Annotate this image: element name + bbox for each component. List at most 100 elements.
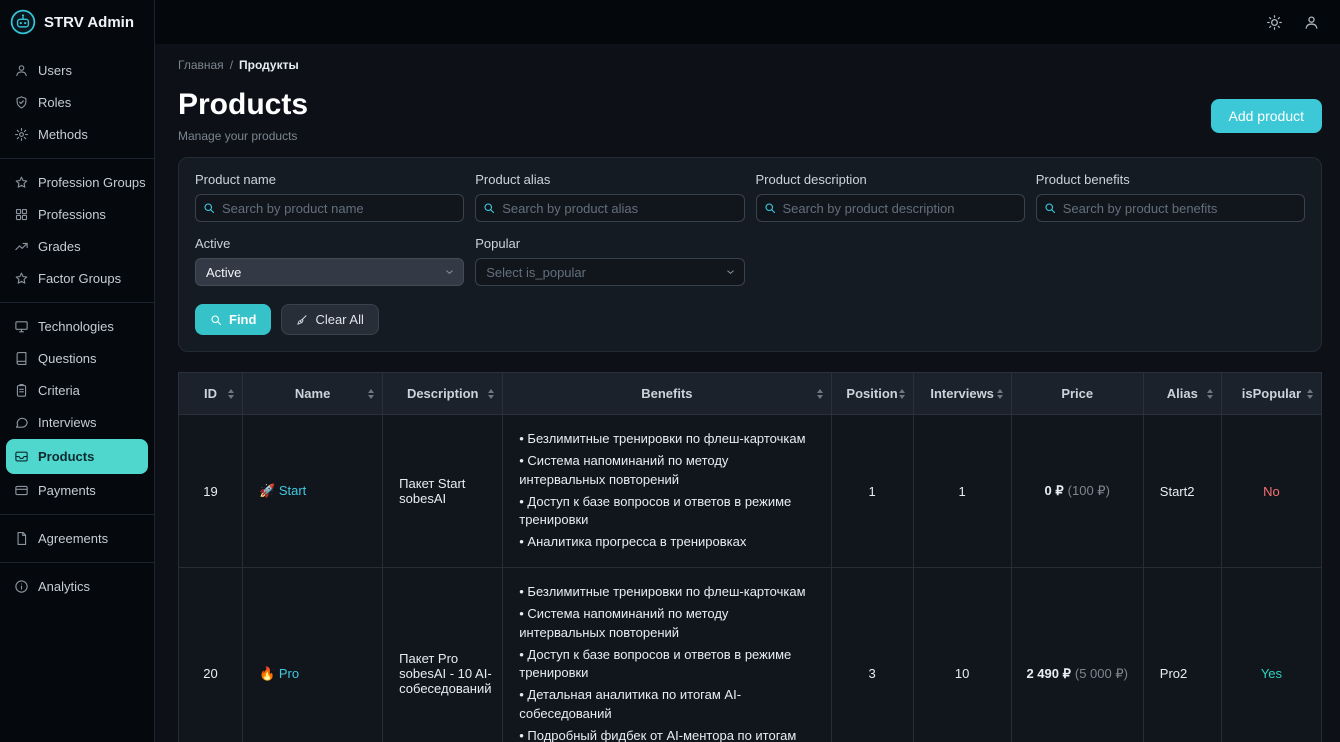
users-icon (14, 63, 29, 78)
filter-field-product-alias: Product alias (475, 172, 744, 222)
sidebar-item-label: Payments (38, 483, 96, 498)
sort-icon[interactable] (488, 389, 494, 399)
grid-icon (14, 207, 29, 222)
sidebar-item-products[interactable]: Products (6, 439, 148, 474)
sort-icon[interactable] (1207, 389, 1213, 399)
input-wrap (1036, 194, 1305, 222)
column-header-ispopular[interactable]: isPopular (1221, 373, 1321, 415)
column-header-alias[interactable]: Alias (1143, 373, 1221, 415)
table-row: 20 🔥 Pro Пакет Pro sobesAI - 10 AI-собесед… (179, 568, 1322, 742)
column-header-name[interactable]: Name (243, 373, 383, 415)
price-old: (100 ₽) (1068, 483, 1110, 498)
benefit-item: • Безлимитные тренировки по флеш-карточк… (519, 430, 814, 449)
sort-icon[interactable] (228, 389, 234, 399)
sidebar-item-label: Questions (38, 351, 97, 366)
cell-name: 🔥 Pro (243, 568, 383, 742)
benefit-item: • Система напоминаний по методу интервал… (519, 452, 814, 490)
sort-icon[interactable] (817, 389, 823, 399)
sidebar-item-users[interactable]: Users (6, 55, 148, 86)
sidebar-item-grades[interactable]: Grades (6, 231, 148, 262)
popular-select[interactable]: Select is_popular (475, 258, 744, 286)
find-button[interactable]: Find (195, 304, 271, 335)
find-button-label: Find (229, 312, 256, 327)
cell-price: 0 ₽ (100 ₽) (1011, 415, 1143, 568)
input-wrap (195, 194, 464, 222)
sidebar-item-roles[interactable]: Roles (6, 87, 148, 118)
product-benefits-input[interactable] (1036, 194, 1305, 222)
cell-benefits: • Безлимитные тренировки по флеш-карточк… (503, 415, 831, 568)
sort-icon[interactable] (997, 389, 1003, 399)
benefit-item: • Доступ к базе вопросов и ответов в реж… (519, 493, 814, 531)
column-label: ID (204, 386, 217, 401)
sidebar-item-label: Methods (38, 127, 88, 142)
column-label: Alias (1167, 386, 1198, 401)
page-subtitle: Manage your products (178, 129, 308, 143)
clear-all-button[interactable]: Clear All (281, 304, 378, 335)
filter-field-product-benefits: Product benefits (1036, 172, 1305, 222)
cell-id: 20 (179, 568, 243, 742)
sidebar-item-interviews[interactable]: Interviews (6, 407, 148, 438)
sort-icon[interactable] (368, 389, 374, 399)
field-label: Popular (475, 236, 744, 251)
page-title: Products (178, 88, 308, 121)
sidebar-divider (0, 514, 154, 515)
product-name-input[interactable] (195, 194, 464, 222)
product-alias-input[interactable] (475, 194, 744, 222)
sidebar-item-factor-groups[interactable]: Factor Groups (6, 263, 148, 294)
file-icon (14, 531, 29, 546)
trend-up-icon (14, 239, 29, 254)
product-description-input[interactable] (756, 194, 1025, 222)
sidebar-nav: UsersRoles Methods Profession GroupsProfes… (0, 44, 154, 603)
benefit-item: • Детальная аналитика по итогам AI-собес… (519, 686, 814, 724)
sidebar-item-label: Interviews (38, 415, 97, 430)
title-block: Products Manage your products (178, 88, 308, 143)
cell-benefits: • Безлимитные тренировки по флеш-карточк… (503, 568, 831, 742)
cell-description: Пакет Start sobesAI (383, 415, 503, 568)
sidebar-item-analytics[interactable]: Analytics (6, 571, 148, 602)
cell-alias: Pro2 (1143, 568, 1221, 742)
product-name-link[interactable]: 🔥 Pro (259, 666, 299, 681)
column-header-id[interactable]: ID (179, 373, 243, 415)
sidebar-item-payments[interactable]: Payments (6, 475, 148, 506)
sidebar-item-professions[interactable]: Professions (6, 199, 148, 230)
cell-description: Пакет Pro sobesAI - 10 AI-собеседований (383, 568, 503, 742)
sort-icon[interactable] (899, 389, 905, 399)
sidebar-item-criteria[interactable]: Criteria (6, 375, 148, 406)
input-wrap (475, 194, 744, 222)
cell-id: 19 (179, 415, 243, 568)
column-header-position[interactable]: Position (831, 373, 913, 415)
product-name-link[interactable]: 🚀 Start (259, 483, 306, 498)
topbar (155, 0, 1340, 44)
price-current: 0 ₽ (1045, 483, 1064, 498)
breadcrumb-home[interactable]: Главная (178, 58, 224, 72)
column-header-interviews[interactable]: Interviews (913, 373, 1011, 415)
active-select[interactable]: Active (195, 258, 464, 286)
cell-alias: Start2 (1143, 415, 1221, 568)
sidebar-item-agreements[interactable]: Agreements (6, 523, 148, 554)
column-header-benefits[interactable]: Benefits (503, 373, 831, 415)
sort-icon[interactable] (1307, 389, 1313, 399)
field-label: Product name (195, 172, 464, 187)
user-icon[interactable] (1303, 14, 1320, 31)
roles-icon (14, 95, 29, 110)
benefit-item: • Система напоминаний по методу интервал… (519, 605, 814, 643)
sidebar-item-technologies[interactable]: Technologies (6, 311, 148, 342)
sidebar-item-label: Criteria (38, 383, 80, 398)
content: Главная / Продукты Products Manage your … (155, 44, 1340, 742)
benefit-item: • Безлимитные тренировки по флеш-карточк… (519, 583, 814, 602)
table-header: ID NameDescriptionBenefitsPositionIntervi… (179, 373, 1322, 415)
field-label: Product benefits (1036, 172, 1305, 187)
clipboard-icon (14, 383, 29, 398)
filter-field-product-name: Product name (195, 172, 464, 222)
sidebar-item-profession-groups[interactable]: Profession Groups (6, 167, 148, 198)
sidebar-item-questions[interactable]: Questions (6, 343, 148, 374)
filter-field-product-description: Product description (756, 172, 1025, 222)
sidebar-item-methods[interactable]: Methods (6, 119, 148, 150)
field-label: Active (195, 236, 464, 251)
broom-icon (296, 314, 308, 326)
cell-interviews: 10 (913, 568, 1011, 742)
sidebar-divider (0, 158, 154, 159)
column-header-description[interactable]: Description (383, 373, 503, 415)
add-product-button[interactable]: Add product (1211, 99, 1323, 133)
theme-icon[interactable] (1266, 14, 1283, 31)
